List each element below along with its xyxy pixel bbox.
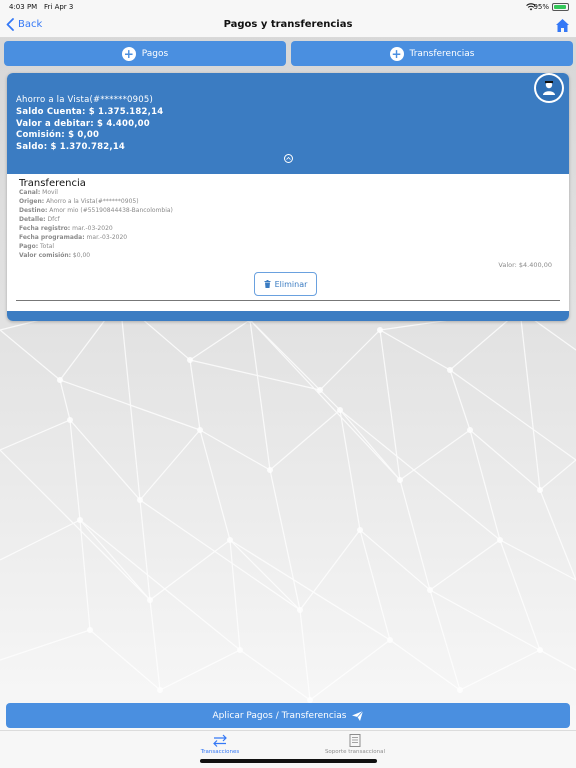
account-name: Ahorro a la Vista(#******0905)	[16, 95, 153, 105]
home-indicator	[200, 759, 377, 763]
field-origen: Origen: Ahorro a la Vista(#******0905)	[19, 198, 139, 205]
apply-label: Aplicar Pagos / Transferencias	[212, 710, 347, 721]
transaction-title: Transferencia	[19, 178, 86, 189]
trash-icon	[264, 280, 271, 288]
send-icon	[352, 710, 364, 721]
status-time: 4:03 PM	[9, 3, 38, 11]
commission: Comisión: $ 0,00	[16, 130, 100, 140]
field-fecha-programada: Fecha programada: mar.-03-2020	[19, 234, 128, 241]
account-summary: Ahorro a la Vista(#******0905) Saldo Cue…	[7, 73, 569, 174]
field-destino: Destino: Amor mio (#55190844438-Bancolom…	[19, 207, 173, 214]
plus-icon: +	[389, 46, 404, 61]
home-icon[interactable]	[555, 18, 570, 33]
card-footer	[7, 311, 569, 321]
page-title: Pagos y transferencias	[223, 19, 353, 30]
field-canal: Canal: Movil	[19, 189, 58, 196]
account-balance: Saldo Cuenta: $ 1.375.182,14	[16, 107, 164, 117]
delete-label: Eliminar	[274, 279, 308, 289]
transaction-amount: Valor: $4.400,00	[498, 261, 552, 269]
transaction-detail: Transferencia Canal: Movil Origen: Ahorr…	[7, 174, 569, 311]
delete-button[interactable]: Eliminar	[254, 272, 317, 296]
navigation-bar: Back Pagos y transferencias	[0, 14, 576, 38]
field-valor-comision: Valor comisión: $0,00	[19, 252, 91, 259]
avatar[interactable]	[534, 73, 564, 103]
status-bar: 4:03 PM Fri Apr 3 95%	[0, 0, 576, 14]
amount-to-debit: Valor a debitar: $ 4.400,00	[16, 119, 150, 129]
plus-icon: +	[121, 46, 136, 61]
collapse-icon[interactable]	[284, 154, 293, 163]
pagos-label: Pagos	[141, 48, 169, 59]
document-icon	[349, 734, 361, 747]
battery-percent: 95%	[533, 3, 549, 11]
field-detalle: Detalle: Dfcf	[19, 216, 60, 223]
battery-icon	[552, 3, 569, 11]
field-fecha-registro: Fecha registro: mar.-03-2020	[19, 225, 113, 232]
field-pago: Pago: Total	[19, 243, 55, 250]
account-card: Ahorro a la Vista(#******0905) Saldo Cue…	[7, 73, 569, 321]
tab-soporte[interactable]: Soporte transaccional	[295, 734, 415, 755]
tab-soporte-label: Soporte transaccional	[324, 749, 386, 755]
tab-transacciones[interactable]: Transacciones	[160, 734, 280, 755]
pagos-button[interactable]: + Pagos	[4, 41, 286, 66]
status-date: Fri Apr 3	[44, 3, 74, 11]
final-balance: Saldo: $ 1.370.782,14	[16, 142, 126, 152]
tab-transacciones-label: Transacciones	[200, 749, 240, 755]
transferencias-label: Transferencias	[409, 48, 475, 59]
divider	[16, 300, 560, 301]
apply-button[interactable]: Aplicar Pagos / Transferencias	[6, 703, 570, 728]
transferencias-button[interactable]: + Transferencias	[291, 41, 573, 66]
user-avatar-icon	[543, 81, 555, 95]
transfer-arrows-icon	[213, 734, 227, 747]
